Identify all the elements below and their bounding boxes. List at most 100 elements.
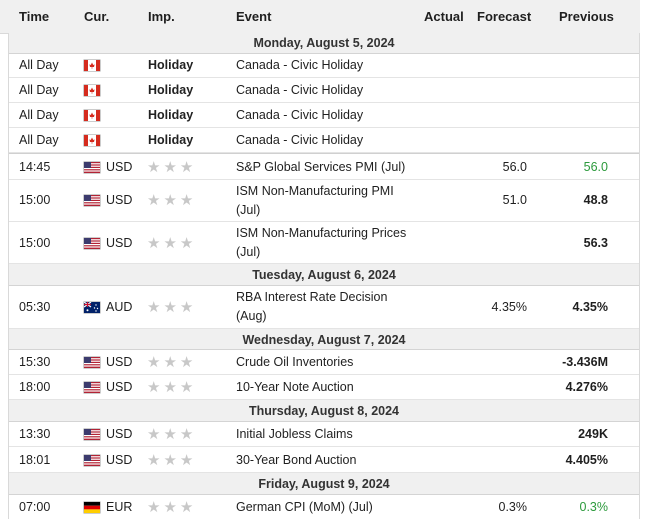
us-flag-icon	[84, 382, 100, 393]
currency-code: USD	[106, 355, 133, 369]
table-row[interactable]: All Day Holiday Canada - Civic Holiday	[9, 128, 639, 153]
time-cell: 07:00	[19, 500, 51, 514]
table-header: Time Cur. Imp. Event Actual Forecast Pre…	[0, 0, 640, 34]
time-cell: 13:30	[19, 427, 51, 441]
column-importance-header[interactable]: Imp.	[148, 9, 175, 24]
currency-code: AUD	[106, 300, 133, 314]
date-row-friday: Friday, August 9, 2024	[9, 473, 639, 495]
table-row[interactable]: 15:00 USD ★★★ ISM Non-Manufacturing Pric…	[9, 222, 639, 264]
table-row[interactable]: 18:00 USD ★★★ 10-Year Note Auction 4.276…	[9, 375, 639, 400]
time-cell: 14:45	[19, 160, 51, 174]
time-cell: 15:30	[19, 355, 51, 369]
column-event-header[interactable]: Event	[236, 9, 271, 24]
importance-holiday-label: Holiday	[148, 108, 194, 122]
importance-stars-icon: ★★★	[147, 379, 197, 396]
table-row[interactable]: All Day Holiday Canada - Civic Holiday	[9, 53, 639, 78]
importance-stars-icon: ★★★	[147, 426, 197, 443]
time-cell: 18:01	[19, 453, 51, 467]
date-label: Friday, August 9, 2024	[258, 477, 390, 491]
us-flag-icon	[84, 455, 100, 466]
event-name[interactable]: Canada - Civic Holiday	[236, 108, 363, 122]
time-cell: All Day	[19, 133, 59, 147]
column-currency-header[interactable]: Cur.	[84, 9, 109, 24]
time-cell: 05:30	[19, 300, 51, 314]
forecast-value: 4.35%	[491, 300, 527, 314]
event-name[interactable]: 30-Year Bond Auction	[236, 453, 356, 467]
previous-value: 4.276%	[565, 380, 608, 394]
importance-stars-icon: ★★★	[147, 354, 197, 371]
currency-code: USD	[106, 427, 133, 441]
table-row[interactable]: 13:30 USD ★★★ Initial Jobless Claims 249…	[9, 422, 639, 447]
table-row[interactable]: 14:45 USD ★★★ S&P Global Services PMI (J…	[9, 153, 639, 180]
time-cell: 15:00	[19, 193, 51, 207]
currency-code: USD	[106, 193, 133, 207]
forecast-value: 51.0	[502, 193, 527, 207]
date-label: Thursday, August 8, 2024	[248, 404, 400, 418]
date-row-tuesday: Tuesday, August 6, 2024	[9, 264, 639, 286]
canada-flag-icon	[84, 60, 100, 71]
importance-stars-icon: ★★★	[147, 299, 197, 316]
previous-value: 48.8	[583, 193, 608, 207]
event-name[interactable]: Canada - Civic Holiday	[236, 58, 363, 72]
us-flag-icon	[84, 238, 100, 249]
table-row[interactable]: 07:00 EUR ★★★ German CPI (MoM) (Jul) 0.3…	[9, 495, 639, 519]
table-row[interactable]: All Day Holiday Canada - Civic Holiday	[9, 103, 639, 128]
column-previous-header[interactable]: Previous	[559, 9, 614, 24]
importance-stars-icon: ★★★	[147, 159, 197, 176]
importance-stars-icon: ★★★	[147, 192, 197, 209]
time-cell: All Day	[19, 108, 59, 122]
importance-holiday-label: Holiday	[148, 133, 194, 147]
date-label: Tuesday, August 6, 2024	[252, 268, 396, 282]
event-name[interactable]: Crude Oil Inventories	[236, 355, 353, 369]
us-flag-icon	[84, 429, 100, 440]
column-actual-header[interactable]: Actual	[424, 9, 464, 24]
event-name[interactable]: Initial Jobless Claims	[236, 427, 353, 441]
event-name[interactable]: Canada - Civic Holiday	[236, 83, 363, 97]
table-row[interactable]: 15:00 USD ★★★ ISM Non-Manufacturing PMI …	[9, 179, 639, 222]
previous-value: 56.0	[583, 160, 608, 174]
event-name[interactable]: 10-Year Note Auction	[236, 380, 354, 394]
currency-code: USD	[106, 160, 133, 174]
table-row[interactable]: All Day Holiday Canada - Civic Holiday	[9, 78, 639, 103]
previous-value: 4.35%	[572, 300, 608, 314]
canada-flag-icon	[84, 85, 100, 96]
us-flag-icon	[84, 357, 100, 368]
importance-holiday-label: Holiday	[148, 58, 194, 72]
table-row[interactable]: 18:01 USD ★★★ 30-Year Bond Auction 4.405…	[9, 447, 639, 473]
importance-holiday-label: Holiday	[148, 83, 194, 97]
time-cell: All Day	[19, 58, 59, 72]
date-row-thursday: Thursday, August 8, 2024	[9, 400, 639, 422]
previous-value: -3.436M	[562, 355, 608, 369]
currency-code: USD	[106, 236, 133, 250]
economic-calendar: Time Cur. Imp. Event Actual Forecast Pre…	[0, 0, 658, 519]
importance-stars-icon: ★★★	[147, 452, 197, 469]
previous-value: 249K	[578, 427, 608, 441]
table-row[interactable]: 05:30 AUD ★★★ RBA Interest Rate Decision…	[9, 286, 639, 329]
currency-code: USD	[106, 380, 133, 394]
column-forecast-header[interactable]: Forecast	[477, 9, 531, 24]
event-name[interactable]: ISM Non-Manufacturing Prices (Jul)	[236, 224, 416, 262]
date-row-wednesday: Wednesday, August 7, 2024	[9, 329, 639, 350]
date-row-monday: Monday, August 5, 2024	[9, 33, 639, 54]
australia-flag-icon	[84, 302, 100, 313]
table-right-border	[639, 33, 640, 519]
time-cell: 18:00	[19, 380, 51, 394]
canada-flag-icon	[84, 110, 100, 121]
date-label: Wednesday, August 7, 2024	[242, 333, 406, 347]
event-name[interactable]: German CPI (MoM) (Jul)	[236, 500, 373, 514]
event-name[interactable]: Canada - Civic Holiday	[236, 133, 363, 147]
event-name[interactable]: S&P Global Services PMI (Jul)	[236, 160, 405, 174]
us-flag-icon	[84, 195, 100, 206]
currency-code: USD	[106, 453, 133, 467]
table-row[interactable]: 15:30 USD ★★★ Crude Oil Inventories -3.4…	[9, 350, 639, 375]
canada-flag-icon	[84, 135, 100, 146]
event-name[interactable]: RBA Interest Rate Decision (Aug)	[236, 288, 416, 326]
forecast-value: 56.0	[502, 160, 527, 174]
event-name[interactable]: ISM Non-Manufacturing PMI (Jul)	[236, 182, 416, 220]
column-time-header[interactable]: Time	[19, 9, 49, 24]
currency-code: EUR	[106, 500, 133, 514]
previous-value: 0.3%	[579, 500, 609, 514]
time-cell: 15:00	[19, 236, 51, 250]
forecast-value: 0.3%	[498, 500, 528, 514]
germany-flag-icon	[84, 502, 100, 513]
